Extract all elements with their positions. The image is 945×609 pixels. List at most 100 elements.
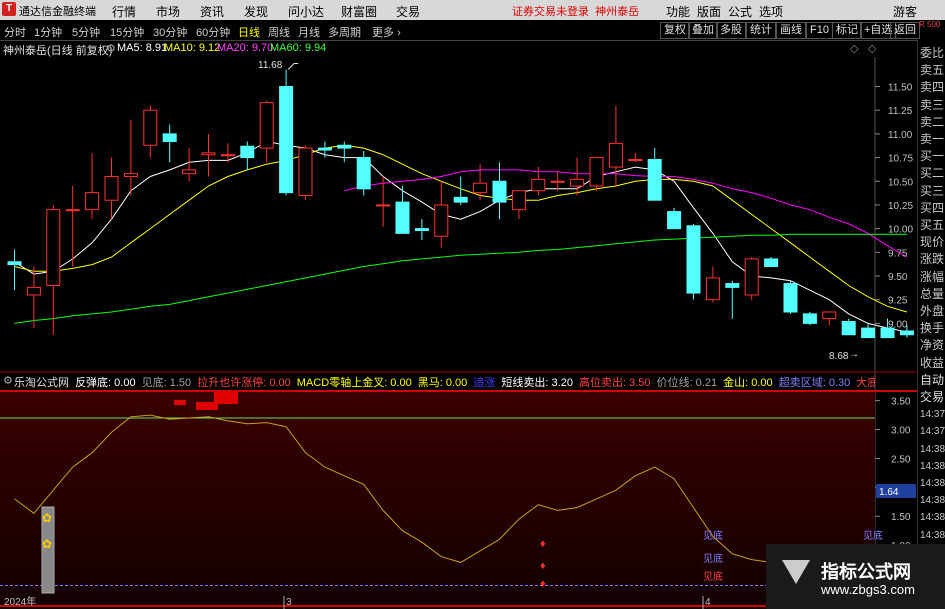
menu-hangqing[interactable]: 行情 bbox=[112, 3, 136, 20]
candle[interactable] bbox=[570, 178, 585, 187]
side-label-22: 14:37 bbox=[920, 426, 945, 438]
menu-gongshi[interactable]: 公式 bbox=[728, 3, 752, 20]
candle[interactable] bbox=[356, 157, 371, 190]
period-5min[interactable]: 5分钟 bbox=[72, 24, 100, 40]
candle[interactable] bbox=[511, 190, 526, 211]
quote-side-panel: 委比 卖五 卖四 卖三 卖二 卖一 买一 买二 买三 买四 买五 现价 涨跌 涨幅 总量 外盘 换手 净资 收益 自动… bbox=[917, 40, 945, 609]
menu-banmian[interactable]: 版面 bbox=[697, 3, 721, 20]
candle[interactable] bbox=[104, 176, 119, 201]
candle[interactable] bbox=[861, 327, 876, 339]
period-fenshi[interactable]: 分时 bbox=[4, 24, 26, 40]
period-30min[interactable]: 30分钟 bbox=[153, 24, 187, 40]
indicator-gear-icon[interactable]: ⚙ bbox=[3, 374, 13, 387]
candle[interactable] bbox=[667, 211, 682, 230]
candle[interactable] bbox=[26, 286, 41, 296]
period-1min[interactable]: 1分钟 bbox=[34, 24, 62, 40]
login-notice[interactable]: 证券交易未登录 神州泰岳 bbox=[512, 3, 639, 19]
multi-stock-button[interactable]: 多股 bbox=[716, 22, 746, 39]
candle[interactable] bbox=[899, 330, 914, 336]
candle[interactable] bbox=[802, 313, 817, 324]
candle[interactable] bbox=[85, 192, 100, 211]
candle[interactable] bbox=[376, 204, 391, 207]
fuquan-button[interactable]: 复权 bbox=[660, 22, 690, 39]
candle[interactable] bbox=[608, 142, 623, 168]
candle[interactable] bbox=[259, 102, 274, 149]
menu-shichang[interactable]: 市场 bbox=[156, 3, 180, 20]
candle[interactable] bbox=[240, 145, 255, 159]
period-60min[interactable]: 60分钟 bbox=[196, 24, 230, 40]
side-label-20[interactable]: 交易 bbox=[920, 390, 944, 405]
back-button[interactable]: 返回 bbox=[890, 22, 920, 39]
candle[interactable] bbox=[65, 209, 80, 212]
indicator-item-1: 见底: 1.50 bbox=[138, 377, 192, 389]
x-label-2024: 2024年 bbox=[4, 595, 36, 608]
candle[interactable] bbox=[7, 261, 22, 266]
app-logo-icon: T bbox=[2, 2, 16, 16]
candle[interactable] bbox=[453, 196, 468, 203]
candle[interactable] bbox=[182, 169, 197, 175]
menu-wenxiaoda[interactable]: 问小达 bbox=[288, 3, 324, 20]
guest-button[interactable]: 游客 bbox=[893, 3, 917, 20]
candle[interactable] bbox=[647, 158, 662, 201]
candle[interactable] bbox=[473, 182, 488, 194]
candle[interactable] bbox=[414, 228, 429, 232]
side-label-23: 14:38 bbox=[920, 443, 945, 455]
candle[interactable] bbox=[162, 133, 177, 142]
candle[interactable] bbox=[46, 209, 61, 286]
candle[interactable] bbox=[589, 157, 604, 187]
candle[interactable] bbox=[298, 147, 313, 196]
candle[interactable] bbox=[201, 152, 216, 156]
candle[interactable] bbox=[279, 86, 294, 194]
side-label-8: 买三 bbox=[920, 183, 945, 198]
candle[interactable] bbox=[395, 201, 410, 234]
candle[interactable] bbox=[841, 320, 856, 336]
side-label-24: 14:38 bbox=[920, 460, 945, 472]
indicator-item-4: 黑马: 0.00 bbox=[414, 377, 468, 389]
period-weekly[interactable]: 周线 bbox=[268, 24, 290, 40]
candle[interactable] bbox=[337, 144, 352, 149]
candle[interactable] bbox=[434, 204, 449, 237]
period-multi[interactable]: 多周期 bbox=[328, 24, 361, 40]
period-daily[interactable]: 日线 bbox=[238, 24, 260, 40]
menu-gongneng[interactable]: 功能 bbox=[666, 3, 690, 20]
candle[interactable] bbox=[628, 158, 643, 161]
menu-xuanxiang[interactable]: 选项 bbox=[759, 3, 783, 20]
f10-button[interactable]: F10 bbox=[806, 22, 833, 39]
draw-line-button[interactable]: 画线 bbox=[776, 22, 806, 39]
period-more[interactable]: 更多 › bbox=[372, 24, 401, 40]
candle[interactable] bbox=[220, 154, 235, 157]
candle[interactable] bbox=[317, 147, 332, 151]
mark-button[interactable]: 标记 bbox=[832, 22, 862, 39]
candle[interactable] bbox=[705, 277, 720, 301]
candle[interactable] bbox=[531, 178, 546, 192]
price-tick-label: 11.00 bbox=[888, 130, 913, 141]
menu-caifuquan[interactable]: 财富圈 bbox=[341, 3, 377, 20]
indicator-name[interactable]: 乐淘公式网 bbox=[14, 377, 69, 389]
menu-jiaoyi[interactable]: 交易 bbox=[396, 3, 420, 20]
menu-zixun[interactable]: 资讯 bbox=[200, 3, 224, 20]
candle[interactable] bbox=[143, 109, 158, 146]
candle[interactable] bbox=[764, 258, 779, 268]
candle[interactable] bbox=[744, 258, 759, 296]
indicator-background bbox=[0, 391, 875, 609]
candle[interactable] bbox=[822, 311, 837, 320]
logo-triangle-icon bbox=[782, 560, 810, 584]
kline-chart[interactable]: 11.50 11.25 11.00 10.75 10.50 10.25 10.00 9.75 9… bbox=[0, 40, 917, 609]
side-label-1: 卖五 bbox=[920, 63, 945, 78]
jiandi-label-1: 见底 bbox=[703, 529, 723, 542]
menu-faxian[interactable]: 发现 bbox=[244, 3, 268, 20]
overlay-button[interactable]: 叠加 bbox=[688, 22, 718, 39]
candle[interactable] bbox=[123, 173, 138, 178]
diamond-signal-icon-3: ♦ bbox=[540, 578, 546, 590]
candle[interactable] bbox=[492, 180, 507, 203]
indicator-value: 1.64 bbox=[879, 487, 899, 498]
stats-button[interactable]: 统计 bbox=[746, 22, 776, 39]
candle[interactable] bbox=[550, 180, 565, 183]
candle[interactable] bbox=[686, 225, 701, 294]
candle[interactable] bbox=[783, 283, 798, 313]
candle[interactable] bbox=[725, 283, 740, 288]
period-15min[interactable]: 15分钟 bbox=[110, 24, 144, 40]
price-tick-label: 10.50 bbox=[888, 177, 913, 188]
period-monthly[interactable]: 月线 bbox=[298, 24, 320, 40]
indicator-tick-label: 2.50 bbox=[891, 454, 911, 465]
